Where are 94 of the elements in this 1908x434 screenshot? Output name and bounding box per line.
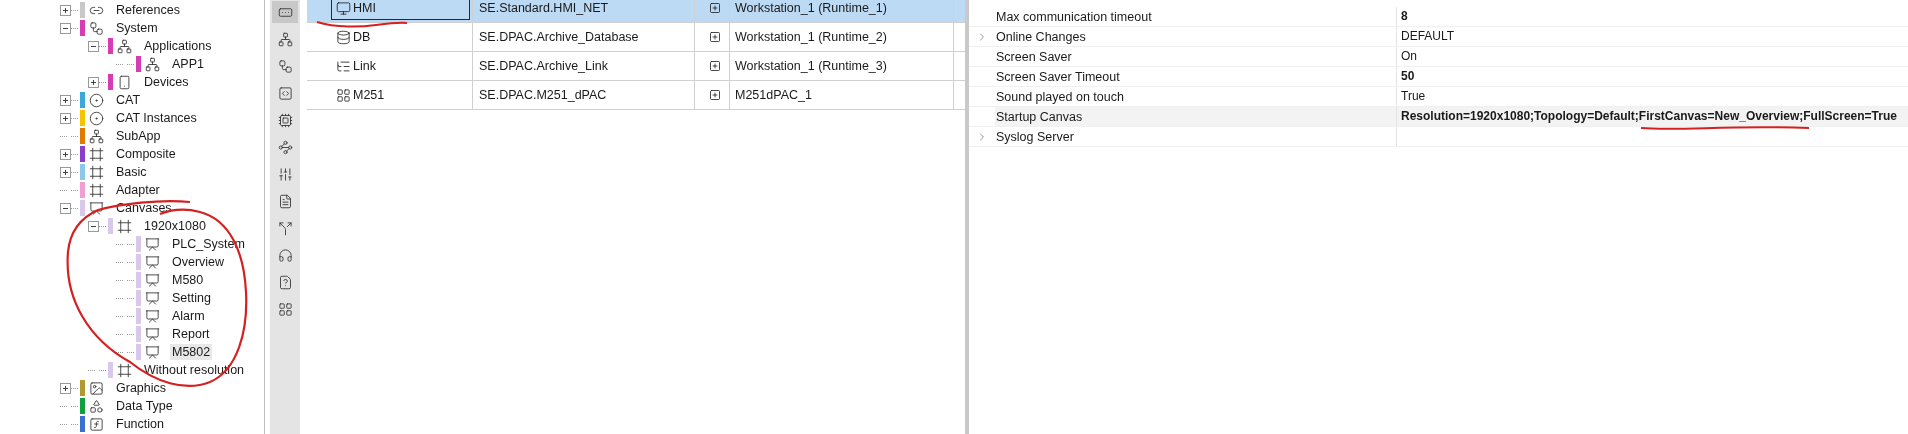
tree-item[interactable]: M5802 <box>170 344 213 360</box>
grid-icon <box>336 87 351 103</box>
tree-item[interactable]: CAT Instances <box>114 110 199 126</box>
tree-item[interactable]: Devices <box>142 74 191 90</box>
function-icon <box>89 416 104 432</box>
easel-icon <box>145 344 160 360</box>
frame-icon <box>117 362 132 378</box>
table-cell: Workstation_1 (Runtime_3) <box>735 59 887 73</box>
table-cell: SE.DPAC.Archive_Link <box>479 59 608 73</box>
tree-item[interactable]: M580 <box>170 272 206 288</box>
tree-item[interactable]: SubApp <box>114 128 163 144</box>
property-value: 50 <box>1401 70 1415 83</box>
property-value: DEFAULT <box>1401 30 1455 43</box>
tree-item[interactable]: Report <box>170 326 212 342</box>
list-tree-icon <box>336 58 351 74</box>
property-name: Sound played on touch <box>996 89 1124 104</box>
collapse-toggle[interactable] <box>88 220 99 232</box>
tree-item[interactable]: Canvases <box>114 200 174 216</box>
monitor-icon <box>336 0 351 16</box>
tree-item[interactable]: Function <box>114 416 166 432</box>
easel-icon <box>145 308 160 324</box>
table-cell: Workstation_1 (Runtime_2) <box>735 30 887 44</box>
property-value: 8 <box>1401 10 1408 23</box>
table-cell: DB <box>353 30 371 44</box>
phone-icon <box>117 74 132 90</box>
property-name: Screen Saver <box>996 49 1072 64</box>
frame-icon <box>89 164 104 180</box>
circle-dot-icon <box>89 110 104 126</box>
expand-icon[interactable] <box>709 60 721 72</box>
table-cell: M251 <box>353 88 385 102</box>
table-row[interactable]: DB SE.DPAC.Archive_Database Workstation_1 (Runtime_2) <box>307 23 965 52</box>
table-cell: Link <box>353 59 376 73</box>
table-cell: HMI <box>353 1 376 15</box>
tree-item[interactable]: Composite <box>114 146 178 162</box>
easel-icon <box>145 290 160 306</box>
tree-item[interactable]: Basic <box>114 164 149 180</box>
expand-toggle[interactable] <box>60 94 71 106</box>
image-icon <box>89 380 104 396</box>
expand-toggle[interactable] <box>60 382 71 394</box>
network-icon <box>89 128 104 144</box>
table-row[interactable]: Link SE.DPAC.Archive_Link Workstation_1 (Runtime_3) <box>307 52 965 81</box>
tree-item[interactable]: CAT <box>114 92 143 108</box>
table-cell: SE.DPAC.M251_dPAC <box>479 88 607 102</box>
easel-icon <box>145 272 160 288</box>
tree-item[interactable]: Overview <box>170 254 227 270</box>
tree-item[interactable]: APP1 <box>170 56 206 72</box>
table-row[interactable]: HMI SE.Standard.HMI_NET Workstation_1 (Runtime_1) <box>307 0 965 23</box>
easel-icon <box>89 200 104 216</box>
tree-item[interactable]: References <box>114 2 182 18</box>
circle-dot-icon <box>89 92 104 108</box>
tree-item[interactable]: System <box>114 20 160 36</box>
expand-toggle[interactable] <box>60 4 71 16</box>
property-name: Screen Saver Timeout <box>996 69 1120 84</box>
expand-toggle[interactable] <box>60 112 71 124</box>
tree-item[interactable]: Applications <box>142 38 214 54</box>
tree-item[interactable]: Setting <box>170 290 213 306</box>
collapse-toggle[interactable] <box>60 22 71 34</box>
table-cell: SE.DPAC.Archive_Database <box>479 30 639 44</box>
network-icon <box>117 38 132 54</box>
shapes-icon <box>89 398 104 414</box>
tree-item[interactable]: Graphics <box>114 380 169 396</box>
property-value: On <box>1401 50 1417 63</box>
property-value: True <box>1401 90 1426 103</box>
collapse-toggle[interactable] <box>88 40 99 52</box>
network-icon <box>145 56 160 72</box>
frame-icon <box>89 146 104 162</box>
property-name: Online Changes <box>996 29 1086 44</box>
expand-icon[interactable] <box>709 2 721 14</box>
frame-icon <box>89 182 104 198</box>
property-name: Startup Canvas <box>996 109 1083 124</box>
expand-toggle[interactable] <box>60 148 71 160</box>
easel-icon <box>145 236 160 252</box>
table-cell: Workstation_1 (Runtime_1) <box>735 1 887 15</box>
frame-icon <box>117 218 132 234</box>
easel-icon <box>145 254 160 270</box>
tree-item[interactable]: Data Type <box>114 398 175 414</box>
easel-icon <box>145 326 160 342</box>
property-value: Resolution=1920x1080;Topology=Default;FirstCanvas=New_Overview;FullScreen=True <box>1401 110 1897 123</box>
tree-item[interactable]: Alarm <box>170 308 207 324</box>
workflow-icon <box>89 20 104 36</box>
tree-item[interactable]: Adapter <box>114 182 162 198</box>
expand-icon[interactable] <box>709 89 721 101</box>
expand-icon[interactable] <box>709 31 721 43</box>
tree-item[interactable]: 1920x1080 <box>142 218 208 234</box>
collapse-toggle[interactable] <box>60 202 71 214</box>
table-row[interactable]: M251 SE.DPAC.M251_dPAC M251dPAC_1 <box>307 81 965 110</box>
expand-toggle[interactable] <box>60 166 71 178</box>
expand-toggle[interactable] <box>88 76 99 88</box>
table-cell: SE.Standard.HMI_NET <box>479 1 609 15</box>
table-cell: M251dPAC_1 <box>735 88 812 102</box>
database-icon <box>336 29 351 45</box>
property-name: Max communication timeout <box>996 9 1152 24</box>
keyboard-icon[interactable] <box>272 1 298 23</box>
property-name: Syslog Server <box>996 129 1074 144</box>
